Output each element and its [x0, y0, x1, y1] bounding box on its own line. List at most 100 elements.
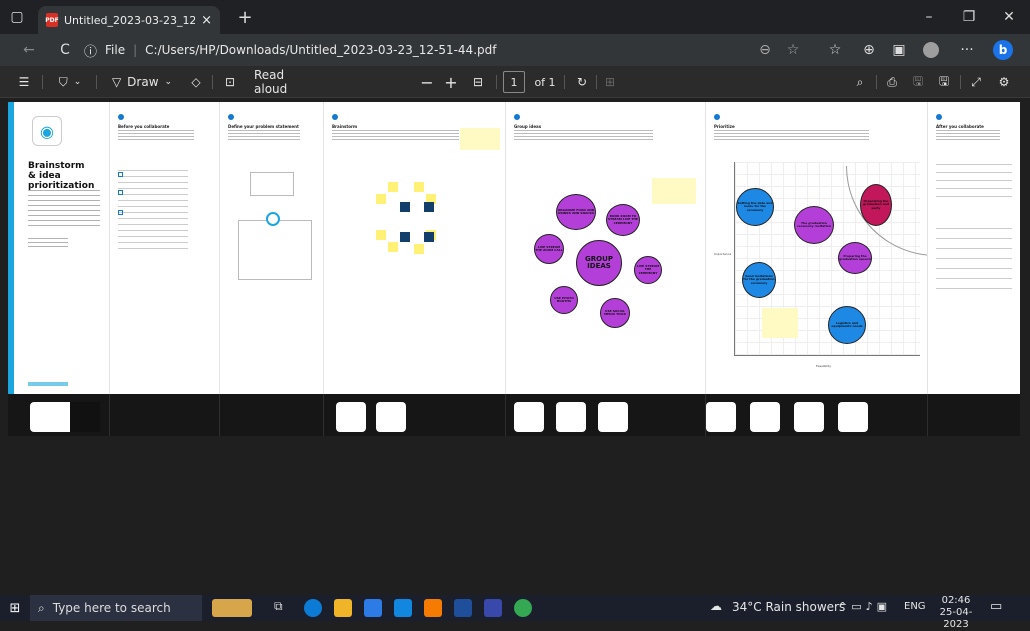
mail-icon[interactable]	[394, 599, 412, 617]
thumb-cell	[324, 394, 506, 436]
board-title: Group ideas	[514, 124, 542, 129]
text-icon[interactable]: ⊡	[220, 70, 240, 94]
taskbar: ⊞ ⌕ Type here to search ⧉ ☁ 34°C Rain sh…	[0, 595, 1030, 630]
x-axis-label: Feasibility	[816, 364, 831, 368]
restore-button[interactable]: ❐	[952, 0, 986, 34]
extensions-icon[interactable]: ▣	[886, 37, 912, 63]
cover-heading: Brainstorm & idea prioritization	[28, 161, 95, 191]
highlight-button[interactable]: ⛉ ⌄	[50, 70, 90, 94]
clock[interactable]: 02:46 25-04-2023	[934, 595, 978, 631]
read-mode-icon[interactable]: ☆	[780, 37, 806, 63]
zoom-icon[interactable]: ⊖	[752, 37, 778, 63]
idea-bubble: BOOK ZOOM TO STREAM LIVE THE CEREMONY	[606, 204, 640, 236]
thumb-cell	[8, 394, 110, 436]
pdf-icon: PDF	[45, 13, 59, 27]
file-explorer-icon[interactable]	[334, 599, 352, 617]
fullscreen-icon[interactable]: ⤢	[966, 70, 986, 94]
erase-button[interactable]: ◇	[186, 70, 206, 94]
pdf-page: ◉ Brainstorm & idea prioritization Befor…	[8, 102, 1020, 394]
print-icon[interactable]: ⎙	[882, 70, 902, 94]
title-bar: ▢ PDF Untitled_2023-03-23_12-51-44.p × +…	[0, 0, 1030, 34]
new-tab-button[interactable]: +	[228, 0, 262, 34]
board-cover: ◉ Brainstorm & idea prioritization	[8, 102, 110, 394]
pdf-viewer[interactable]: ◉ Brainstorm & idea prioritization Befor…	[0, 98, 1030, 595]
idea-bubble: LIVE STREAM THE CEREMONY	[634, 256, 662, 284]
more-menu-button[interactable]: ···	[954, 37, 980, 63]
browser-tab[interactable]: PDF Untitled_2023-03-23_12-51-44.p ×	[38, 6, 220, 34]
priority-bubble: The graduation ceremony invitation	[794, 206, 834, 244]
widget-icon[interactable]	[212, 599, 252, 617]
draw-button[interactable]: ▽ Draw ⌄	[104, 70, 180, 94]
thumb-cell	[928, 394, 1020, 436]
app-icon[interactable]	[484, 599, 502, 617]
search-icon: ⌕	[38, 600, 45, 615]
board-title: Define your problem statement	[228, 124, 299, 129]
window-menu-icon[interactable]: ▢	[0, 0, 34, 34]
board-after: After you collaborate	[928, 102, 1020, 394]
board-title: Brainstorm	[332, 124, 358, 129]
chevron-down-icon: ⌄	[164, 77, 173, 87]
language-indicator[interactable]: ENG	[904, 601, 926, 612]
zoom-in-button[interactable]: +	[442, 70, 460, 94]
vlc-icon[interactable]	[424, 599, 442, 617]
y-axis-label: Importance	[714, 252, 732, 256]
chrome-icon[interactable]	[514, 599, 532, 617]
minimize-button[interactable]: –	[912, 0, 946, 34]
board-title: Prioritize	[714, 124, 735, 129]
thumb-cell	[220, 394, 324, 436]
clock-time: 02:46	[941, 595, 971, 606]
weather-text[interactable]: 34°C Rain showers	[732, 600, 845, 614]
info-icon[interactable]: ⓘ	[84, 41, 97, 60]
bing-icon[interactable]: b	[990, 37, 1016, 63]
tray-icons[interactable]: ^▭♪▣	[838, 600, 891, 613]
idea-bubble: LIVE STREAM THE ZOOM CALL	[534, 234, 564, 264]
fit-page-icon[interactable]: ⊟	[468, 70, 488, 94]
weather-icon: ☁	[710, 599, 722, 613]
thumb-cell	[110, 394, 220, 436]
idea-bubble: USE SOCIAL MEDIA TICKS	[600, 298, 630, 328]
save-as-icon[interactable]: 🖫	[934, 70, 954, 94]
find-icon[interactable]: ⌕	[850, 70, 870, 94]
clock-date: 25-04-2023	[939, 607, 973, 630]
board-title: Before you collaborate	[118, 124, 170, 129]
back-button[interactable]: ←	[16, 37, 42, 63]
page-number-input[interactable]: 1	[503, 71, 525, 93]
priority-bubble: Preparing the graduation speech	[838, 242, 872, 274]
tab-close-icon[interactable]: ×	[201, 13, 212, 28]
board-group-ideas: Group ideas ORGANIZE FOOD AND DRINKS AND…	[506, 102, 706, 394]
rotate-icon[interactable]: ↻	[572, 70, 592, 94]
chevron-down-icon: ⌄	[73, 77, 82, 87]
app-icon[interactable]	[454, 599, 472, 617]
zoom-out-button[interactable]: −	[418, 70, 436, 94]
task-view-icon[interactable]: ⧉	[274, 599, 292, 617]
draw-icon: ▽	[111, 75, 122, 89]
address-bar: ← C ⓘ File | C:/Users/HP/Downloads/Untit…	[0, 34, 1030, 66]
contents-icon[interactable]: ☰	[14, 70, 34, 94]
board-title: After you collaborate	[936, 124, 984, 129]
eraser-icon: ◇	[191, 75, 201, 89]
collections-icon[interactable]: ⊕	[856, 37, 882, 63]
notification-icon[interactable]: ▭	[990, 599, 1008, 617]
lightbulb-icon: ◉	[32, 116, 62, 146]
highlight-icon: ⛉	[58, 74, 68, 89]
windows-start-icon[interactable]: ⊞	[6, 599, 24, 617]
idea-bubble: ORGANIZE FOOD AND DRINKS AND SNACKS	[556, 194, 596, 230]
save-icon[interactable]: 🖫	[908, 70, 928, 94]
thumb-cell	[706, 394, 928, 436]
taskbar-search[interactable]: ⌕ Type here to search	[30, 595, 202, 621]
profile-avatar[interactable]	[918, 37, 944, 63]
edge-icon[interactable]	[304, 599, 322, 617]
page-view-icon[interactable]: ⊞	[600, 70, 620, 94]
url-scheme: File	[105, 43, 126, 57]
settings-icon[interactable]: ⚙	[994, 70, 1014, 94]
read-aloud-button[interactable]: Read aloud	[254, 68, 314, 96]
refresh-button[interactable]: C	[52, 37, 78, 63]
board-prioritize: Prioritize Importance Feasibility Settin…	[706, 102, 928, 394]
favorites-icon[interactable]: ☆	[822, 37, 848, 63]
page-count: of 1	[534, 75, 556, 89]
idea-bubble: USE PHOTO BOOTHS	[550, 286, 578, 314]
store-icon[interactable]	[364, 599, 382, 617]
close-button[interactable]: ✕	[992, 0, 1026, 34]
pdf-toolbar: ☰ ⛉ ⌄ ▽ Draw ⌄ ◇ ⊡ Read aloud − + ⊟ 1 of 1 …	[0, 66, 1030, 98]
board-before: Before you collaborate	[110, 102, 220, 394]
